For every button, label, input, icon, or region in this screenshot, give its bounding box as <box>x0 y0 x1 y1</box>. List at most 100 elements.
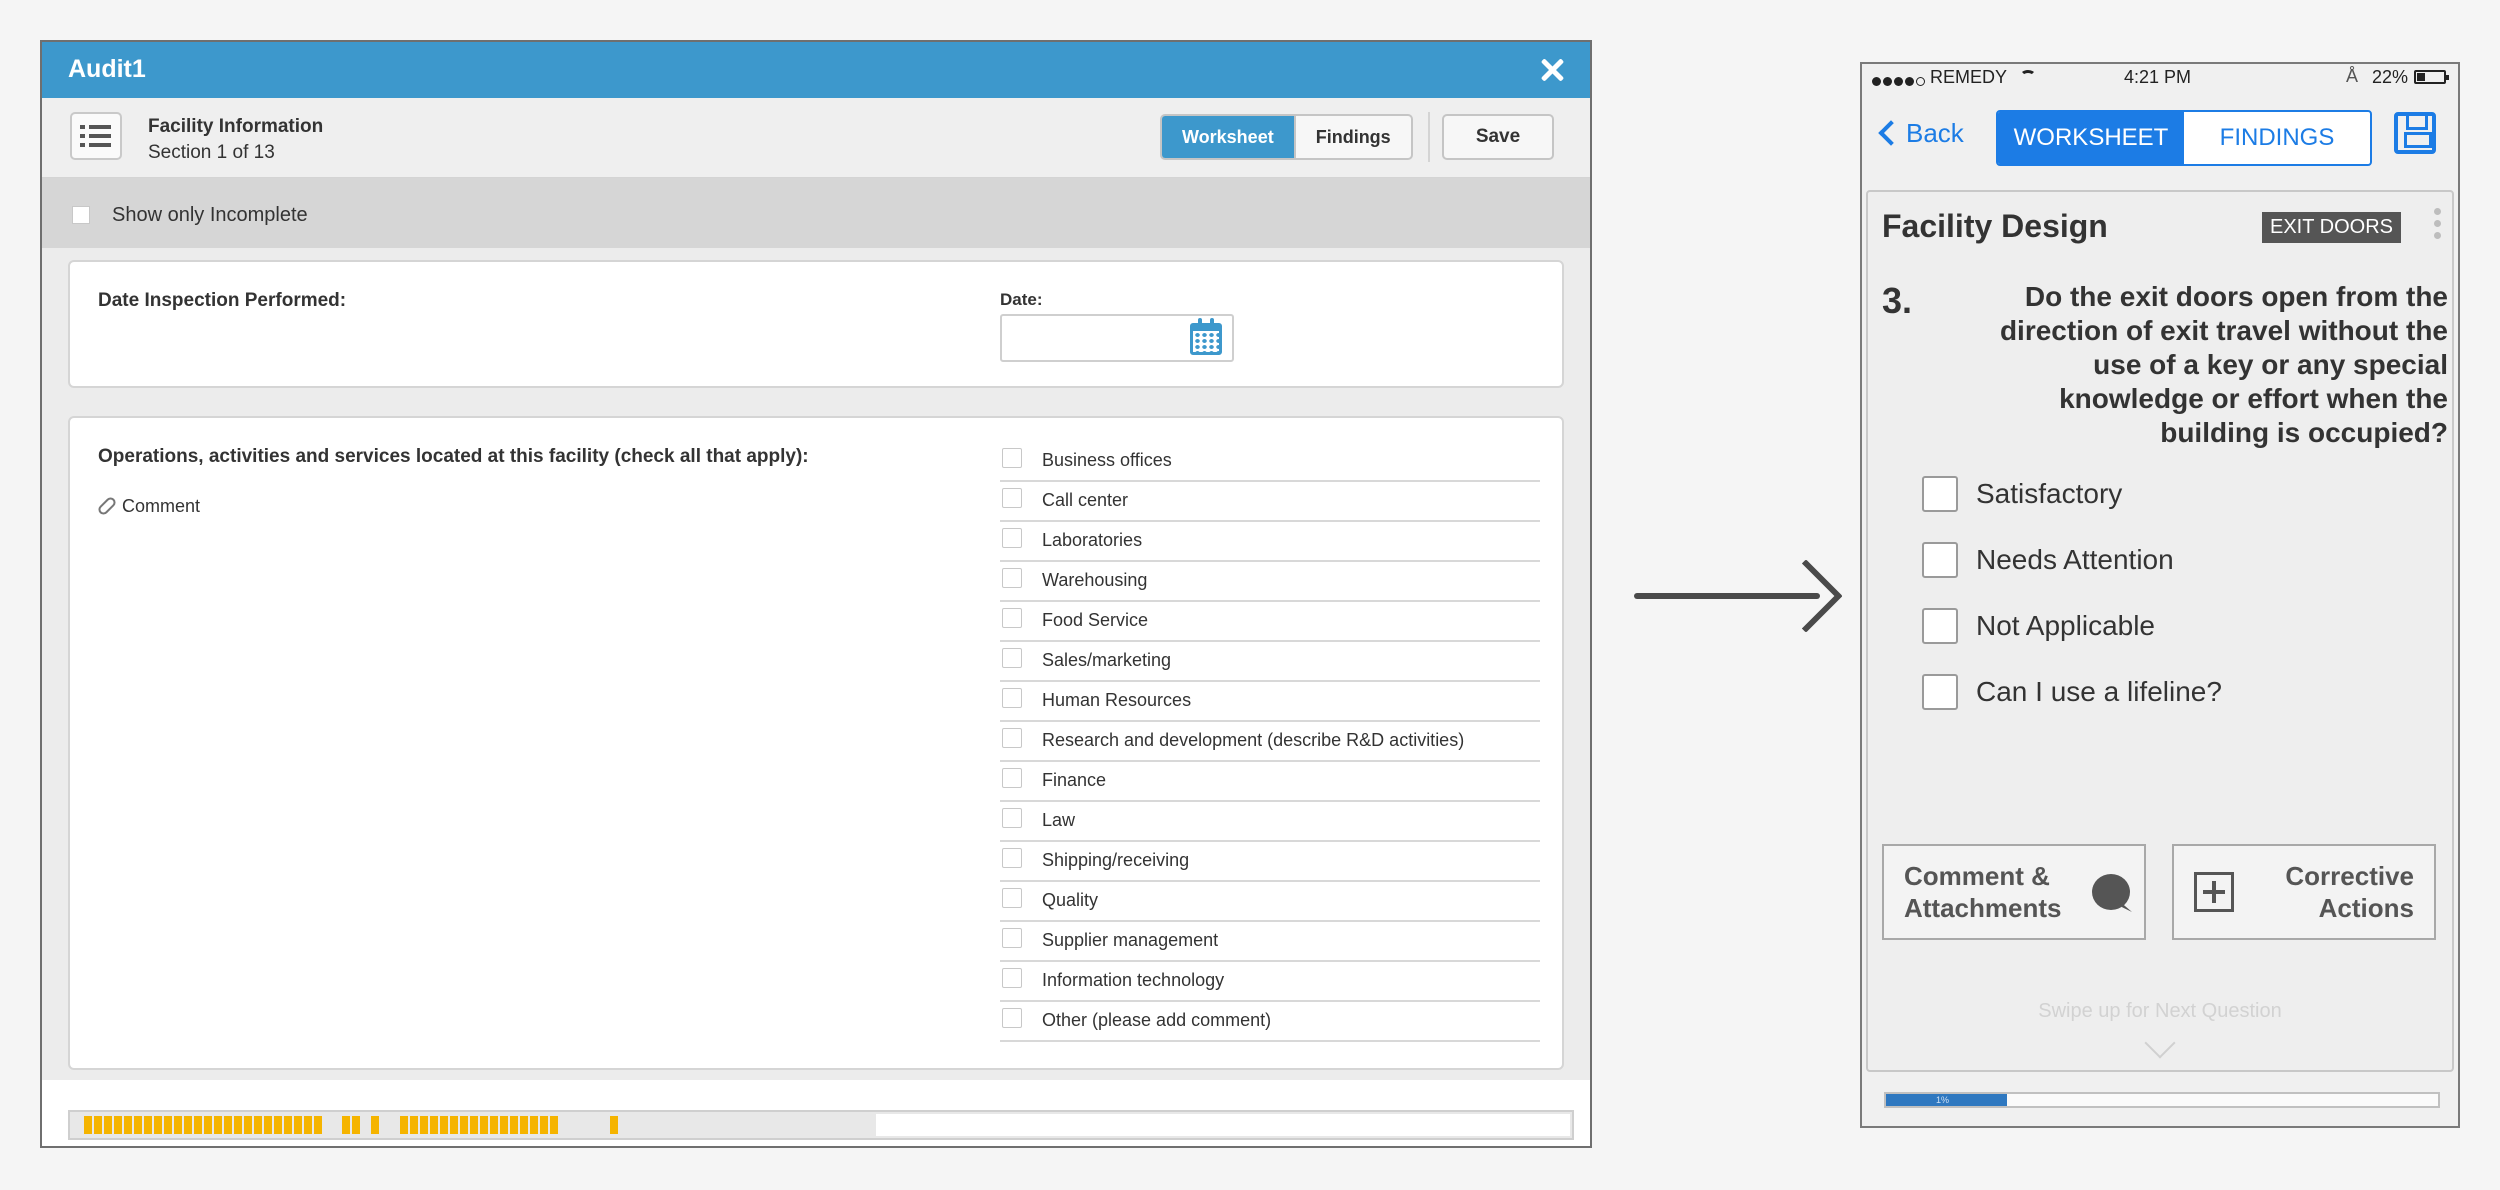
option-checkbox[interactable] <box>1002 968 1022 988</box>
progress-segment <box>184 1116 192 1134</box>
comment-button-line1: Comment & <box>1904 861 2050 891</box>
corrective-actions-button[interactable]: Corrective Actions <box>2172 844 2436 940</box>
bluetooth-icon: Å <box>2345 66 2358 86</box>
option-checkbox[interactable] <box>1002 648 1022 668</box>
list-icon <box>80 125 85 129</box>
option-label: Food Service <box>1042 610 1149 630</box>
view-toggle: Worksheet Findings <box>1160 114 1413 160</box>
option-label: Information technology <box>1042 970 1225 990</box>
option-row: Supplier management <box>1000 922 1540 962</box>
section-list-button[interactable] <box>70 112 122 160</box>
section-title: Facility Design <box>1882 208 2108 244</box>
progress-segment <box>460 1116 468 1134</box>
tab-worksheet[interactable]: WORKSHEET <box>1998 112 2184 164</box>
option-label: Warehousing <box>1042 570 1148 590</box>
option-checkbox[interactable] <box>1002 808 1022 828</box>
battery-percent: 22% <box>2371 67 2408 87</box>
chevron-left-icon <box>1878 120 1904 146</box>
progress-segment <box>410 1116 418 1134</box>
tab-worksheet[interactable]: Worksheet <box>1162 116 1294 158</box>
answer-checkbox[interactable] <box>1922 476 1958 512</box>
progress-segment <box>174 1116 182 1134</box>
option-checkbox[interactable] <box>1002 568 1022 588</box>
answer-label: Satisfactory <box>1976 478 2123 509</box>
progress-fill: 1% <box>1886 1094 2008 1106</box>
progress-segment <box>371 1116 379 1134</box>
option-row: Shipping/receiving <box>1000 842 1540 882</box>
mobile-view-toggle: WORKSHEET FINDINGS <box>1996 110 2372 166</box>
option-label: Finance <box>1042 770 1107 790</box>
arrow-head-icon <box>1769 559 1843 633</box>
question-card-date: Date Inspection Performed: Date: <box>68 260 1564 388</box>
plus-box-icon <box>2194 872 2234 912</box>
battery-icon <box>2414 70 2449 84</box>
section-title: Facility Information <box>148 116 324 137</box>
more-options-icon[interactable] <box>2434 208 2442 244</box>
signal-icon <box>1872 70 1927 91</box>
option-label: Sales/marketing <box>1042 650 1172 670</box>
progress-segment <box>154 1116 162 1134</box>
progress-segment <box>510 1116 518 1134</box>
answer-checkbox[interactable] <box>1922 542 1958 578</box>
option-checkbox[interactable] <box>1002 768 1022 788</box>
option-checkbox[interactable] <box>1002 1008 1022 1028</box>
close-icon[interactable] <box>1540 58 1564 82</box>
option-checkbox[interactable] <box>1002 928 1022 948</box>
status-time: 4:21 PM <box>2124 67 2192 87</box>
option-checkbox[interactable] <box>1002 488 1022 508</box>
option-row: Information technology <box>1000 962 1540 1002</box>
option-label: Supplier management <box>1042 930 1219 950</box>
section-counter: Section 1 of 13 <box>148 142 275 163</box>
save-icon[interactable] <box>2394 112 2436 154</box>
option-row: Law <box>1000 802 1540 842</box>
progress-segment <box>84 1116 92 1134</box>
category-tag: EXIT DOORS <box>2262 212 2401 243</box>
progress-segment <box>254 1116 262 1134</box>
tab-findings[interactable]: FINDINGS <box>2184 112 2370 164</box>
option-checkbox[interactable] <box>1002 888 1022 908</box>
chevron-down-icon[interactable] <box>2144 1027 2176 1059</box>
progress-label: 1% <box>1936 1095 1950 1105</box>
option-checkbox[interactable] <box>1002 528 1022 548</box>
answer-checkbox[interactable] <box>1922 674 1958 710</box>
comment-attachments-button[interactable]: Comment & Attachments <box>1882 844 2146 940</box>
section-header: Facility Information Section 1 of 13 Wor… <box>42 98 1590 178</box>
progress-segment <box>94 1116 102 1134</box>
option-checkbox[interactable] <box>1002 608 1022 628</box>
answer-checkbox[interactable] <box>1922 608 1958 644</box>
progress-segment <box>224 1116 232 1134</box>
answer-label: Needs Attention <box>1976 544 2174 575</box>
swipe-hint: Swipe up for Next Question <box>2038 1000 2282 1022</box>
comment-link[interactable]: Comment <box>96 495 200 517</box>
option-label: Other (please add comment) <box>1042 1010 1272 1030</box>
option-checkbox[interactable] <box>1002 448 1022 468</box>
mobile-audit-screen: REMEDY 4:21 PM Å 22% Back WORKSHEET FIND… <box>1860 62 2460 1128</box>
calendar-icon[interactable] <box>1190 318 1222 355</box>
option-row: Finance <box>1000 762 1540 802</box>
progress-segment <box>342 1116 350 1134</box>
section-progress-bar <box>68 1110 1574 1140</box>
answer-label: Can I use a lifeline? <box>1976 676 2222 707</box>
save-button[interactable]: Save <box>1442 114 1554 160</box>
window-title: Audit1 <box>68 55 146 83</box>
date-question-label: Date Inspection Performed: <box>98 290 347 311</box>
progress-segment <box>204 1116 212 1134</box>
option-row: Human Resources <box>1000 682 1540 722</box>
progress-segment <box>234 1116 242 1134</box>
worksheet-body: Date Inspection Performed: Date: Operati… <box>42 248 1590 1080</box>
back-button[interactable]: Back <box>1876 118 1964 149</box>
progress-segment <box>304 1116 312 1134</box>
progress-segment <box>144 1116 152 1134</box>
show-incomplete-checkbox[interactable] <box>72 206 90 224</box>
option-checkbox[interactable] <box>1002 688 1022 708</box>
option-row: Research and development (describe R&D a… <box>1000 722 1540 762</box>
mobile-nav-bar: Back WORKSHEET FINDINGS <box>1862 100 2458 176</box>
option-checkbox[interactable] <box>1002 728 1022 748</box>
option-checkbox[interactable] <box>1002 848 1022 868</box>
tab-findings[interactable]: Findings <box>1293 116 1411 158</box>
progress-segment <box>490 1116 498 1134</box>
progress-segment <box>274 1116 282 1134</box>
progress-segment <box>500 1116 508 1134</box>
progress-segment <box>520 1116 528 1134</box>
date-input[interactable] <box>1000 314 1234 362</box>
